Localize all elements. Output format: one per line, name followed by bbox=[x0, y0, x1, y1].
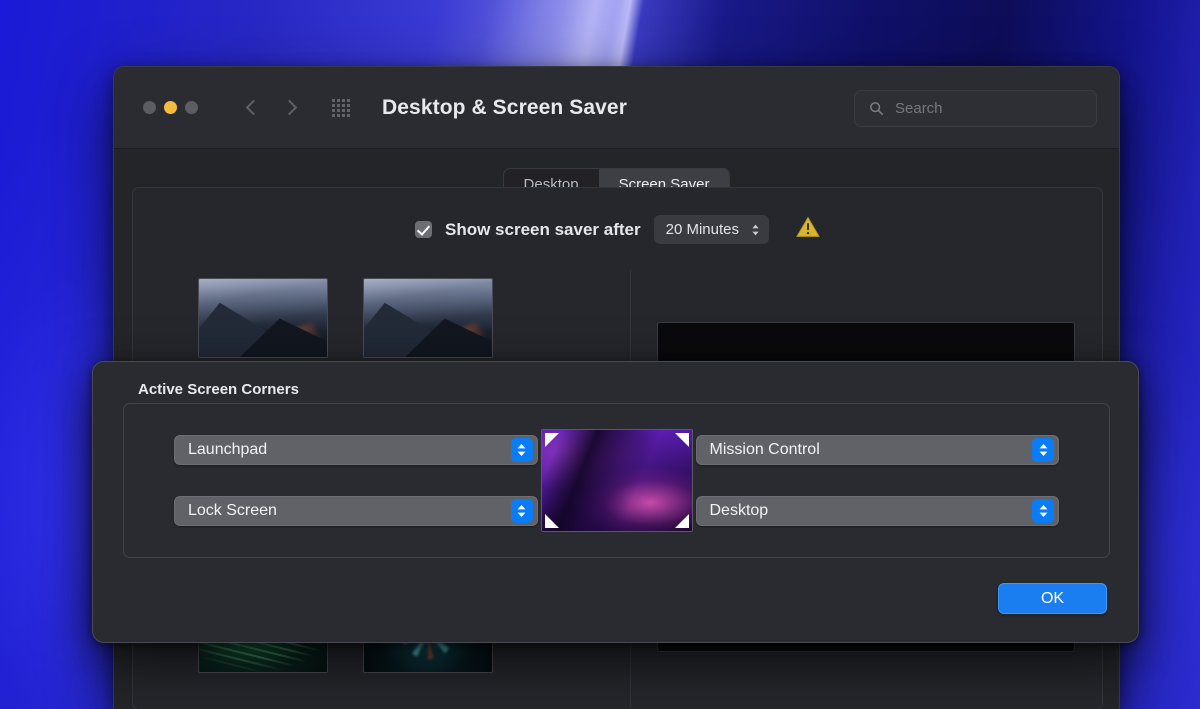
dialog-title: Active Screen Corners bbox=[138, 381, 299, 398]
ok-button[interactable]: OK bbox=[998, 583, 1107, 614]
show-screen-saver-row: Show screen saver after 20 Minutes bbox=[133, 188, 1102, 244]
search-placeholder: Search bbox=[895, 100, 943, 117]
stepper-updown-icon[interactable] bbox=[511, 499, 533, 523]
show-all-grid-icon[interactable] bbox=[332, 99, 350, 117]
preview-wallpaper-swirl bbox=[541, 429, 674, 532]
corners-grid: Launchpad Mission Control bbox=[124, 404, 1109, 557]
corner-select-top-left[interactable]: Launchpad bbox=[174, 435, 538, 465]
stepper-updown-icon[interactable] bbox=[1032, 438, 1054, 462]
forward-arrow-icon[interactable] bbox=[284, 98, 296, 118]
screen-corner-preview bbox=[541, 429, 693, 532]
corner-marker-top-right bbox=[675, 433, 689, 447]
stepper-updown-icon[interactable] bbox=[1032, 499, 1054, 523]
corner-value-top-right: Mission Control bbox=[710, 441, 820, 459]
back-arrow-icon[interactable] bbox=[246, 98, 258, 118]
page-title: Desktop & Screen Saver bbox=[382, 96, 627, 120]
close-button[interactable] bbox=[143, 101, 156, 114]
interval-value: 20 Minutes bbox=[666, 221, 739, 238]
stepper-updown-icon[interactable] bbox=[511, 438, 533, 462]
corner-value-bottom-right: Desktop bbox=[710, 502, 769, 520]
corner-select-top-right[interactable]: Mission Control bbox=[696, 435, 1060, 465]
corner-marker-top-left bbox=[545, 433, 559, 447]
corner-marker-bottom-left bbox=[545, 514, 559, 528]
show-screen-saver-label: Show screen saver after bbox=[445, 220, 641, 240]
minimize-button[interactable] bbox=[164, 101, 177, 114]
corner-value-top-left: Launchpad bbox=[188, 441, 267, 459]
corner-select-bottom-left[interactable]: Lock Screen bbox=[174, 496, 538, 526]
active-screen-corners-dialog: Active Screen Corners Launchpad Mission … bbox=[92, 361, 1139, 643]
desktop-wallpaper: Desktop & Screen Saver Search Desktop Sc… bbox=[0, 0, 1200, 709]
corner-marker-bottom-right bbox=[675, 514, 689, 528]
zoom-button[interactable] bbox=[185, 101, 198, 114]
warning-triangle-icon bbox=[796, 216, 820, 243]
show-screen-saver-checkbox[interactable] bbox=[415, 221, 432, 238]
window-titlebar: Desktop & Screen Saver Search bbox=[114, 67, 1119, 149]
thumbnail-image[interactable] bbox=[363, 278, 493, 358]
corner-select-bottom-right[interactable]: Desktop bbox=[696, 496, 1060, 526]
screen-saver-interval-select[interactable]: 20 Minutes bbox=[654, 215, 769, 244]
search-icon bbox=[869, 101, 884, 116]
search-input[interactable]: Search bbox=[854, 90, 1097, 127]
thumbnail-image[interactable] bbox=[198, 278, 328, 358]
stepper-updown-icon bbox=[751, 224, 760, 236]
navigation-arrows bbox=[246, 98, 296, 118]
corner-value-bottom-left: Lock Screen bbox=[188, 502, 277, 520]
traffic-lights bbox=[143, 101, 198, 114]
corners-group-box: Launchpad Mission Control bbox=[123, 403, 1110, 558]
